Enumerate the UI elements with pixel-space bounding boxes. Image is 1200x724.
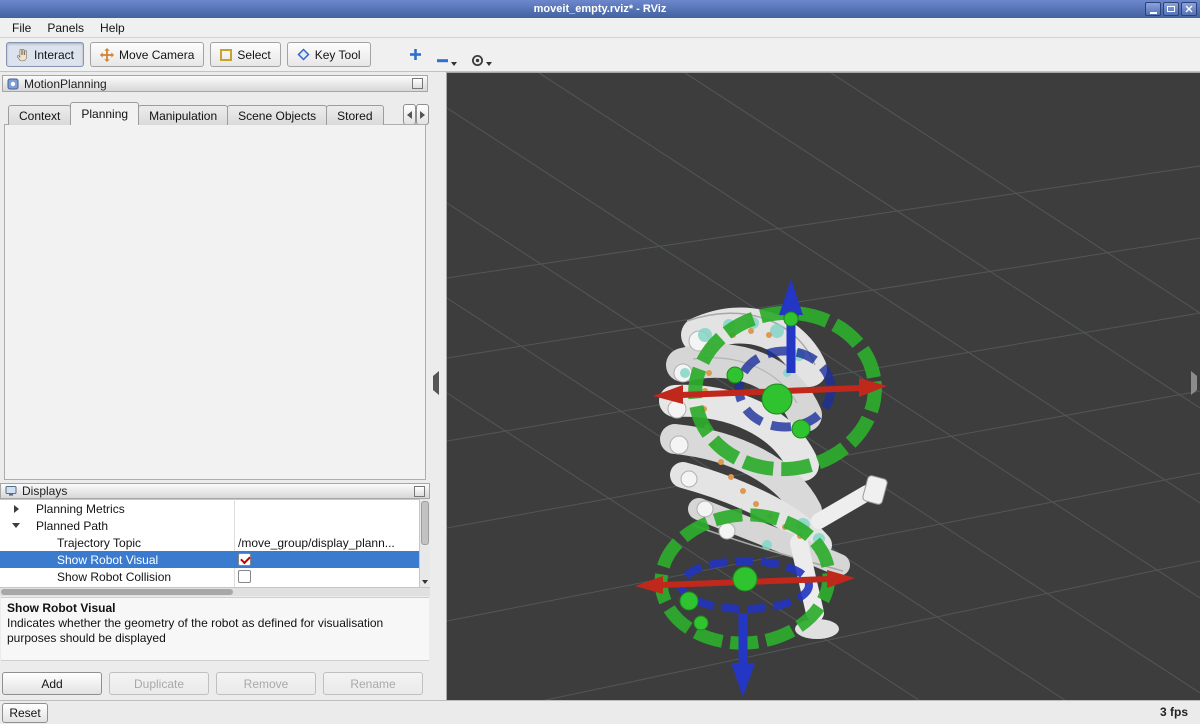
menu-item-panels[interactable]: Panels — [39, 19, 92, 37]
scroll-down-icon[interactable] — [422, 580, 428, 584]
displays-panel-title: Displays — [22, 484, 68, 498]
tab-manipulation[interactable]: Manipulation — [138, 105, 229, 125]
tree-row-show-robot-collision[interactable]: Show Robot Collision — [0, 568, 419, 585]
chevron-right-icon — [1191, 371, 1197, 395]
expand-arrow-icon[interactable] — [12, 523, 20, 528]
displays-icon — [5, 486, 17, 496]
minimize-icon — [1149, 11, 1157, 14]
tool-label: Select — [237, 47, 271, 62]
tree-hscrollbar-thumb[interactable] — [1, 589, 233, 595]
window-title: moveit_empty.rviz* - RViz — [533, 3, 667, 15]
rviz-window: moveit_empty.rviz* - RViz File Panels He… — [0, 0, 1200, 724]
tree-row-show-robot-visual[interactable]: Show Robot Visual — [0, 551, 419, 568]
maximize-icon — [1167, 6, 1175, 12]
tab-stored[interactable]: Stored — [326, 105, 384, 125]
tree-row-label: Trajectory Topic — [57, 535, 142, 550]
tree-row-planning-metrics[interactable]: Planning Metrics — [0, 500, 419, 517]
tool-label: Interact — [34, 47, 75, 62]
tab-label: Scene Objects — [238, 108, 317, 123]
dropdown-caret-icon — [450, 62, 457, 66]
show-robot-visual-checkbox[interactable] — [238, 553, 251, 566]
zoom-in-button[interactable] — [405, 42, 426, 67]
select-icon — [220, 48, 233, 61]
tree-row-trajectory-topic[interactable]: Trajectory Topic /move_group/display_pla… — [0, 534, 419, 551]
close-button[interactable] — [1181, 2, 1197, 16]
tool-move-camera-button[interactable]: Move Camera — [90, 42, 205, 67]
tool-select-button[interactable]: Select — [210, 42, 281, 67]
focus-camera-button[interactable] — [467, 42, 496, 67]
plus-icon — [409, 49, 421, 60]
key-tool-icon — [297, 48, 310, 61]
minus-icon — [436, 59, 448, 63]
zoom-out-button[interactable] — [432, 42, 461, 67]
description-title: Show Robot Visual — [7, 601, 116, 615]
fps-label: 3 fps — [1159, 705, 1188, 719]
dropdown-caret-icon — [485, 62, 492, 66]
tab-label: Context — [19, 108, 61, 123]
collapse-arrow-icon[interactable] — [14, 505, 19, 513]
tree-row-label: Show Robot Collision — [57, 569, 172, 584]
tab-label: Stored — [337, 108, 373, 123]
displays-panel-header[interactable]: Displays — [0, 483, 430, 499]
status-bar: Reset 3 fps — [0, 700, 1200, 724]
tab-label: Planning — [81, 107, 129, 121]
chevron-right-icon — [420, 110, 425, 119]
show-robot-collision-checkbox[interactable] — [238, 570, 251, 583]
panel-show-right-handle[interactable] — [1191, 371, 1197, 395]
toolbar: Interact Move Camera Select Key Tool — [0, 38, 1200, 72]
displays-float-button[interactable] — [414, 485, 425, 497]
chevron-left-icon — [407, 110, 412, 119]
tool-label: Move Camera — [119, 47, 195, 62]
duplicate-display-button[interactable]: Duplicate — [109, 672, 209, 695]
reset-button[interactable]: Reset — [2, 703, 48, 723]
rename-display-button[interactable]: Rename — [323, 672, 423, 695]
motionplanning-float-button[interactable] — [412, 78, 423, 89]
3d-viewport[interactable] — [446, 0, 1200, 724]
minimize-button[interactable] — [1145, 2, 1161, 16]
tree-scrollbar-thumb[interactable] — [421, 501, 429, 545]
motionplanning-icon — [7, 78, 19, 89]
planning-tab-pane — [4, 124, 426, 480]
tree-row-label: Show Robot Visual — [57, 552, 159, 567]
chevron-left-icon — [433, 371, 439, 395]
motionplanning-panel-title: MotionPlanning — [24, 76, 107, 91]
menu-bar: File Panels Help — [0, 18, 1200, 38]
panel-collapse-left-handle[interactable] — [433, 371, 439, 395]
maximize-button[interactable] — [1163, 2, 1179, 16]
tab-scroll-right-button[interactable] — [416, 104, 429, 125]
tab-scene-objects[interactable]: Scene Objects — [227, 105, 328, 125]
add-display-button[interactable]: Add — [2, 672, 102, 695]
hand-icon — [16, 48, 27, 61]
description-body: Indicates whether the geometry of the ro… — [7, 616, 384, 645]
motionplanning-panel-header[interactable]: MotionPlanning — [2, 75, 428, 92]
close-icon — [1185, 5, 1193, 13]
tab-planning[interactable]: Planning — [70, 102, 140, 125]
tree-row-planned-path[interactable]: Planned Path — [0, 517, 419, 534]
window-titlebar: moveit_empty.rviz* - RViz — [0, 0, 1200, 18]
focus-icon — [471, 55, 483, 66]
3d-scene — [446, 0, 1200, 724]
move-camera-icon — [100, 47, 115, 62]
trajectory-topic-value[interactable]: /move_group/display_plann... — [238, 535, 395, 550]
motionplanning-tabbar: Context Planning Manipulation Scene Obje… — [8, 102, 404, 125]
tab-context[interactable]: Context — [8, 105, 72, 125]
tab-label: Manipulation — [149, 108, 218, 123]
tree-vertical-scrollbar[interactable] — [419, 499, 430, 587]
tool-interact-button[interactable]: Interact — [6, 42, 85, 67]
tool-label: Key Tool — [314, 47, 361, 62]
tree-horizontal-scrollbar[interactable] — [0, 587, 430, 596]
remove-display-button[interactable]: Remove — [216, 672, 316, 695]
menu-item-file[interactable]: File — [4, 19, 39, 37]
tab-scroll-left-button[interactable] — [403, 104, 416, 125]
tool-key-tool-button[interactable]: Key Tool — [286, 42, 371, 67]
menu-item-help[interactable]: Help — [92, 19, 133, 37]
property-description-panel: Show Robot Visual Indicates whether the … — [1, 597, 429, 661]
